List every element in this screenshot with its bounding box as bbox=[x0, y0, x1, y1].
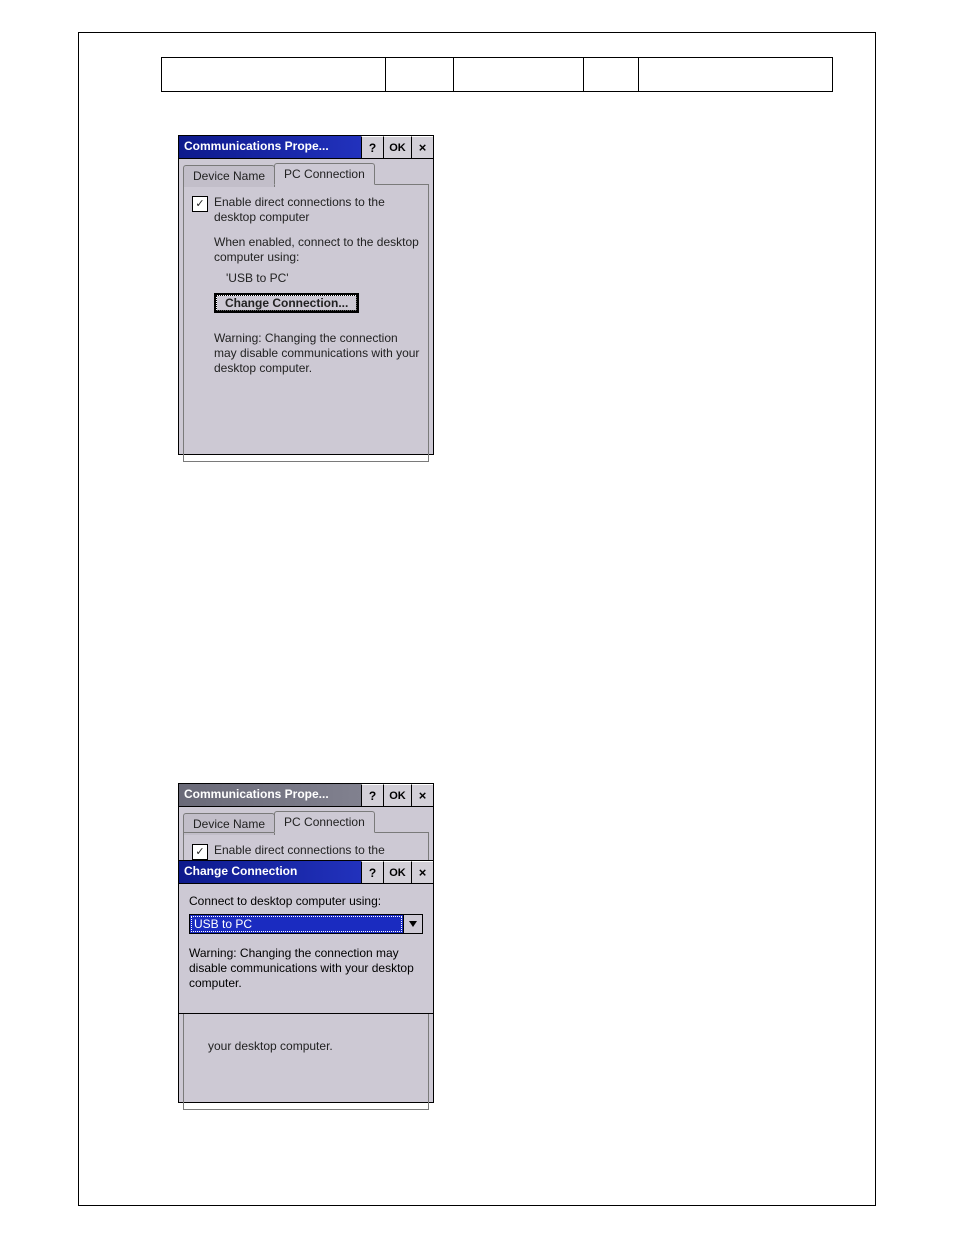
dialog-body: Connect to desktop computer using: USB t… bbox=[179, 884, 433, 999]
titlebar: Communications Prope... ? OK × bbox=[179, 784, 433, 807]
change-connection-warning: Warning: Changing the connection may dis… bbox=[189, 946, 423, 991]
titlebar: Communications Prope... ? OK × bbox=[179, 136, 433, 159]
ok-button[interactable]: OK bbox=[383, 861, 411, 883]
page-frame: Communications Prope... ? OK × Device Na… bbox=[78, 32, 876, 1206]
close-button[interactable]: × bbox=[411, 861, 433, 883]
tab-pane-pc-connection: ✓ Enable direct connections to the deskt… bbox=[183, 184, 429, 462]
window-title: Communications Prope... bbox=[179, 136, 361, 158]
tab-strip: Device Name PC Connection bbox=[183, 163, 429, 185]
titlebar: Change Connection ? OK × bbox=[179, 861, 433, 884]
tab-pc-connection[interactable]: PC Connection bbox=[274, 163, 375, 185]
window-title: Change Connection bbox=[179, 861, 361, 883]
chevron-down-icon bbox=[409, 921, 417, 927]
change-connection-button[interactable]: Change Connection... bbox=[214, 293, 359, 313]
help-button[interactable]: ? bbox=[361, 784, 383, 806]
close-button[interactable]: × bbox=[411, 136, 433, 158]
when-enabled-text: When enabled, connect to the desktop com… bbox=[214, 235, 420, 265]
header-cell-3 bbox=[454, 58, 584, 91]
enable-connection-checkbox[interactable]: ✓ bbox=[192, 196, 208, 212]
connect-using-label: Connect to desktop computer using: bbox=[189, 894, 423, 908]
ok-button[interactable]: OK bbox=[383, 784, 411, 806]
header-cell-4 bbox=[584, 58, 639, 91]
header-cell-2 bbox=[386, 58, 454, 91]
enable-connection-label: Enable direct connections to the desktop… bbox=[214, 195, 420, 225]
window-title: Communications Prope... bbox=[179, 784, 361, 806]
header-cell-1 bbox=[162, 58, 386, 91]
current-connection-value: 'USB to PC' bbox=[226, 271, 420, 285]
enable-connection-row: ✓ Enable direct connections to the bbox=[192, 843, 420, 860]
change-connection-warning: Warning: Changing the connection may dis… bbox=[214, 331, 420, 376]
connection-select-value: USB to PC bbox=[190, 915, 403, 933]
dropdown-button[interactable] bbox=[403, 915, 422, 933]
communications-properties-window: Communications Prope... ? OK × Device Na… bbox=[178, 135, 434, 455]
tab-strip: Device Name PC Connection bbox=[183, 811, 429, 833]
document-page: Communications Prope... ? OK × Device Na… bbox=[0, 0, 954, 1235]
warning-text-partial: your desktop computer. bbox=[208, 1039, 333, 1053]
close-button[interactable]: × bbox=[411, 784, 433, 806]
enable-connection-checkbox[interactable]: ✓ bbox=[192, 844, 208, 860]
help-button[interactable]: ? bbox=[361, 861, 383, 883]
tab-pc-connection[interactable]: PC Connection bbox=[274, 811, 375, 833]
connection-select[interactable]: USB to PC bbox=[189, 914, 423, 934]
tab-device-name[interactable]: Device Name bbox=[183, 165, 275, 187]
header-cell-5 bbox=[639, 58, 832, 91]
enable-connection-label-partial: Enable direct connections to the bbox=[214, 843, 385, 858]
dialog-body: Device Name PC Connection ✓ Enable direc… bbox=[179, 159, 433, 466]
header-table bbox=[161, 57, 833, 92]
change-connection-window: Change Connection ? OK × Connect to desk… bbox=[178, 860, 434, 1014]
ok-button[interactable]: OK bbox=[383, 136, 411, 158]
enable-connection-row: ✓ Enable direct connections to the deskt… bbox=[192, 195, 420, 225]
help-button[interactable]: ? bbox=[361, 136, 383, 158]
